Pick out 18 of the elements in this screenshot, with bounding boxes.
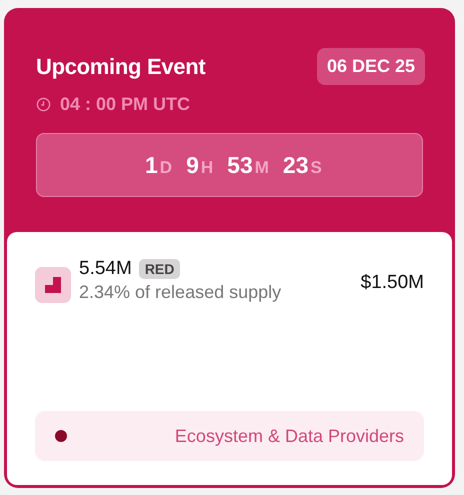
event-title: Upcoming Event <box>36 54 206 80</box>
supply-share: 2.34% of released supply <box>79 282 282 303</box>
token-amount: 5.54M <box>79 258 132 280</box>
countdown-value: 23 <box>282 152 309 178</box>
countdown-unit: M <box>254 158 269 178</box>
category-label: Ecosystem & Data Providers <box>174 426 404 446</box>
event-time: 04 : 00 PM UTC <box>60 94 190 115</box>
clock-icon <box>36 97 51 112</box>
countdown-unit: H <box>200 158 214 178</box>
unlock-value: $1.50M <box>360 272 424 294</box>
ticker-badge: RED <box>138 259 180 279</box>
countdown-unit: D <box>160 158 172 178</box>
countdown-value: 53 <box>227 152 253 178</box>
countdown-value: 9 <box>186 152 199 178</box>
token-icon <box>35 267 71 303</box>
countdown-value: 1 <box>145 152 158 178</box>
event-date: 06 DEC 25 <box>316 48 425 85</box>
countdown-unit: S <box>310 158 322 178</box>
